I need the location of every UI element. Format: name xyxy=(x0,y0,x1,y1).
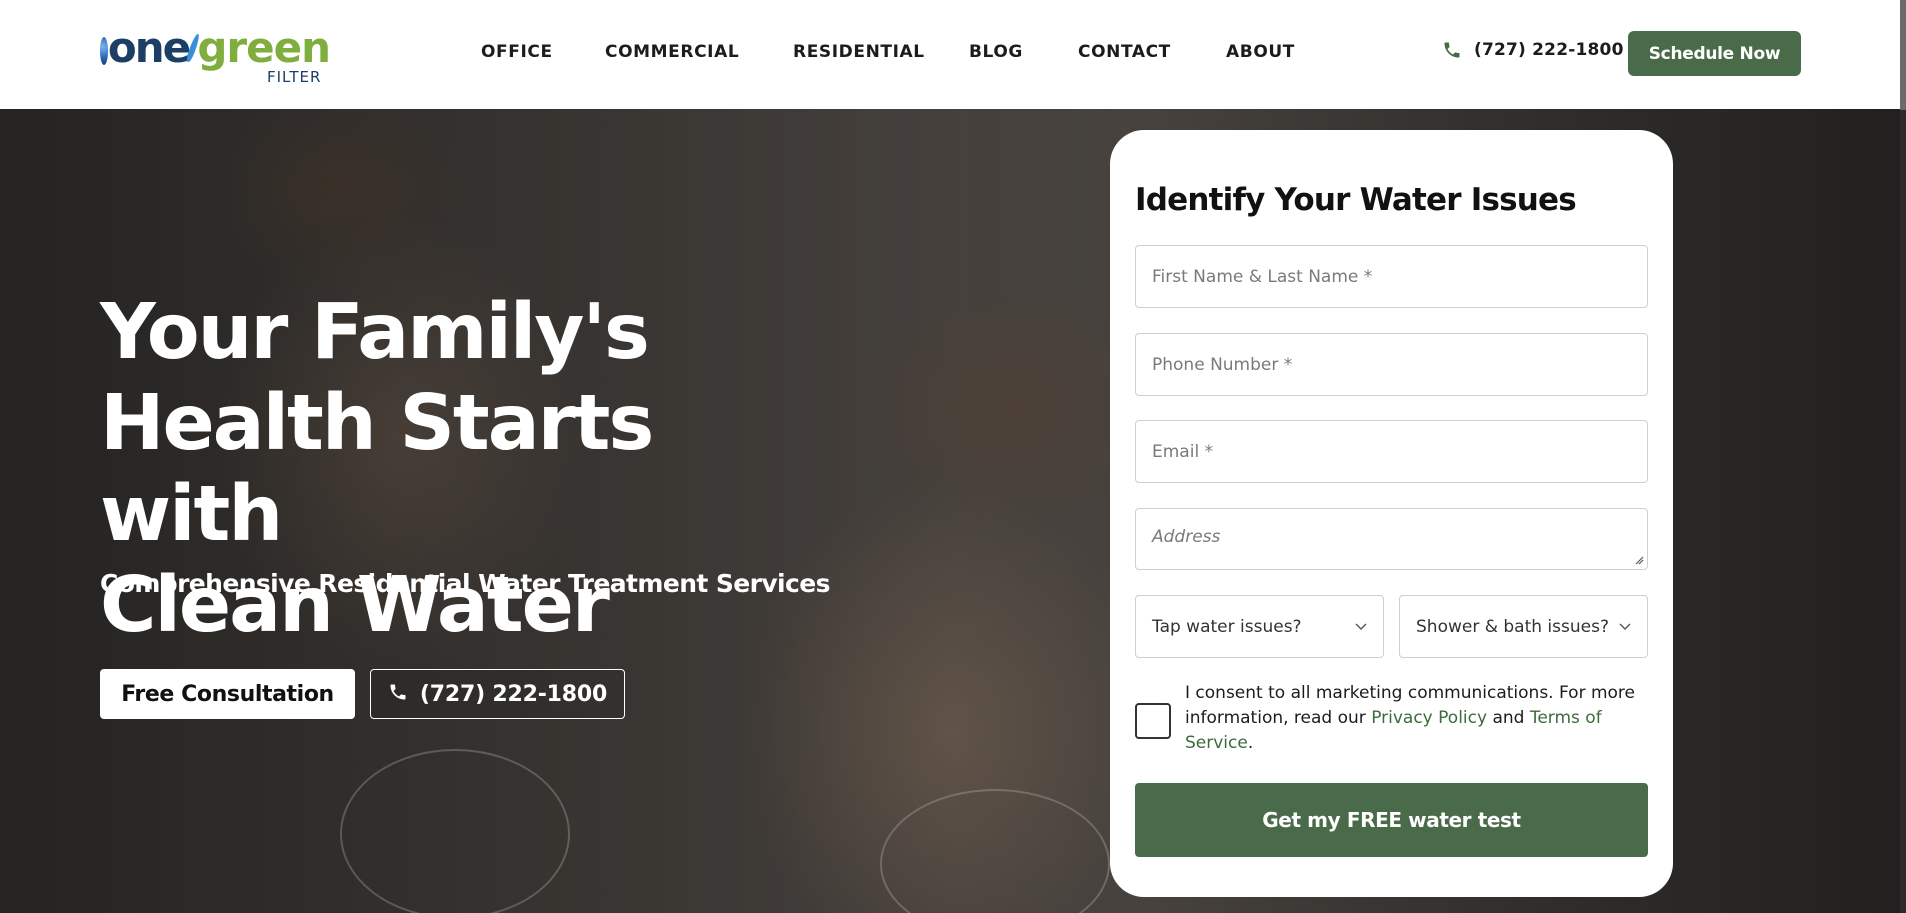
shower-bath-issues-select[interactable]: Shower & bath issues? xyxy=(1399,595,1648,658)
nav-item-residential[interactable]: RESIDENTIAL xyxy=(793,42,925,62)
hero-title-line: Health Starts with xyxy=(100,379,654,559)
header-phone-link[interactable]: (727) 222-1800 xyxy=(1442,40,1624,60)
water-issues-form: Identify Your Water Issues Tap water iss… xyxy=(1110,130,1673,897)
hero-title-line: Your Family's xyxy=(100,288,650,377)
privacy-policy-link[interactable]: Privacy Policy xyxy=(1371,708,1487,728)
tap-water-issues-select[interactable]: Tap water issues? xyxy=(1135,595,1384,658)
hero-phone-number: (727) 222-1800 xyxy=(419,681,608,707)
page-scrollbar[interactable] xyxy=(1900,0,1906,913)
logo-text-green: green xyxy=(197,23,331,72)
consent-period: . xyxy=(1247,733,1254,753)
phone-icon xyxy=(1442,40,1462,60)
hero-glass-decoration xyxy=(340,749,570,913)
nav-item-commercial[interactable]: COMMERCIAL xyxy=(605,42,739,62)
logo[interactable]: one green FILTER xyxy=(100,23,331,88)
consent-and: and xyxy=(1487,708,1530,728)
consent-checkbox[interactable] xyxy=(1135,703,1171,739)
select-value: Shower & bath issues? xyxy=(1416,616,1609,637)
get-free-water-test-button[interactable]: Get my FREE water test xyxy=(1135,783,1648,857)
phone-field[interactable] xyxy=(1135,333,1648,396)
globe-icon xyxy=(100,37,108,65)
site-header: one green FILTER OFFICE COMMERCIAL RESID… xyxy=(0,0,1906,109)
name-field[interactable] xyxy=(1135,245,1648,308)
select-value: Tap water issues? xyxy=(1152,616,1302,637)
logo-wordmark: one green xyxy=(100,23,331,72)
email-field[interactable] xyxy=(1135,420,1648,483)
header-phone-number: (727) 222-1800 xyxy=(1474,40,1624,60)
nav-item-blog[interactable]: BLOG xyxy=(969,42,1023,62)
logo-text-one: one xyxy=(107,23,191,72)
free-consultation-button[interactable]: Free Consultation xyxy=(100,669,355,719)
logo-tagline: FILTER xyxy=(267,68,322,86)
nav-item-contact[interactable]: CONTACT xyxy=(1078,42,1171,62)
form-title: Identify Your Water Issues xyxy=(1135,182,1577,218)
schedule-now-button[interactable]: Schedule Now xyxy=(1628,31,1801,76)
phone-icon xyxy=(388,682,408,706)
nav-item-about[interactable]: ABOUT xyxy=(1226,42,1295,62)
chevron-down-icon xyxy=(1355,623,1367,630)
consent-text: I consent to all marketing communication… xyxy=(1185,681,1645,756)
resize-handle-icon[interactable] xyxy=(1634,555,1644,565)
hero-phone-button[interactable]: (727) 222-1800 xyxy=(370,669,625,719)
nav-item-office[interactable]: OFFICE xyxy=(481,42,553,62)
chevron-down-icon xyxy=(1619,623,1631,630)
scrollbar-thumb[interactable] xyxy=(1900,0,1906,110)
hero-subtitle: Comprehensive Residential Water Treatmen… xyxy=(100,569,830,598)
address-field[interactable] xyxy=(1135,508,1648,570)
